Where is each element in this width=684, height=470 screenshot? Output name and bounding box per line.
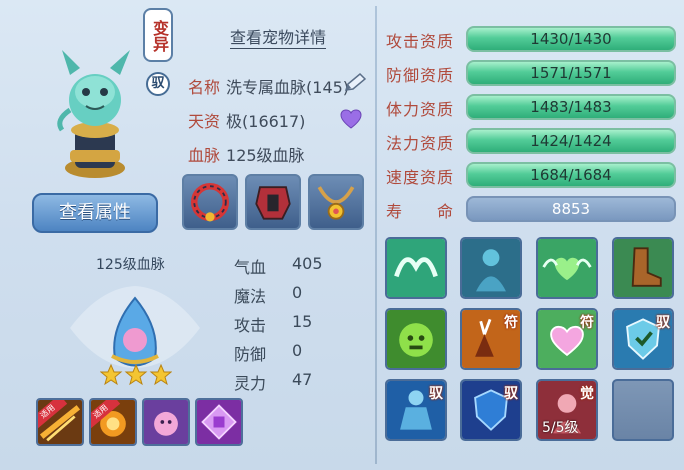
pet-model-image[interactable] bbox=[40, 30, 150, 180]
tame-tag: 驭 bbox=[504, 386, 518, 402]
skill-slot-empty[interactable] bbox=[612, 379, 674, 441]
view-pet-details-link[interactable]: 查看宠物详情 bbox=[230, 24, 326, 48]
stat-defense-label: 防御 bbox=[234, 345, 267, 364]
stat-spirit-label: 灵力 bbox=[234, 374, 267, 393]
stat-spirit-value: 47 bbox=[292, 370, 313, 389]
awakening-tag: 觉 bbox=[580, 386, 594, 402]
skill-spirit-body[interactable] bbox=[460, 237, 522, 299]
variant-badge: 变异 bbox=[143, 8, 173, 62]
defense-aptitude-label: 防御资质 bbox=[386, 66, 455, 85]
pet-bloodline-value: 125级血脉 bbox=[226, 146, 305, 165]
stat-attack-value: 15 bbox=[292, 312, 313, 331]
bloodline-skill-1[interactable]: 适用 bbox=[36, 398, 84, 446]
heart-icon[interactable] bbox=[340, 109, 362, 129]
equipment-slot-collar[interactable] bbox=[182, 174, 238, 230]
equipment-slot-necklace[interactable] bbox=[308, 174, 364, 230]
speed-aptitude-bar: 1684/1684 bbox=[466, 162, 676, 188]
name-label: 名称 bbox=[188, 78, 221, 97]
stat-mp-label: 魔法 bbox=[234, 287, 267, 306]
star-rating bbox=[99, 363, 173, 386]
stat-attack: 攻击 15 bbox=[234, 312, 312, 336]
skill-green-face[interactable] bbox=[385, 308, 447, 370]
stamina-aptitude-bar: 1483/1483 bbox=[466, 94, 676, 120]
stat-hp-value: 405 bbox=[292, 254, 323, 273]
stat-defense-value: 0 bbox=[292, 341, 303, 360]
stat-defense: 防御 0 bbox=[234, 341, 302, 365]
pet-talent-row: 天资 极(16617) bbox=[188, 108, 305, 132]
pet-name-row: 名称 洗专属血脉(145) bbox=[188, 74, 349, 98]
bloodline-skill-2[interactable]: 适用 bbox=[89, 398, 137, 446]
tame-tag: 驭 bbox=[429, 386, 443, 402]
skill-blue-shield[interactable]: 驭 bbox=[460, 379, 522, 441]
lifespan-bar: 8853 bbox=[466, 196, 676, 222]
skill-shield[interactable]: 驭 bbox=[612, 308, 674, 370]
defense-aptitude-bar: 1571/1571 bbox=[466, 60, 676, 86]
bloodline-label: 血脉 bbox=[188, 146, 221, 165]
skill-level-text: 5/5级 bbox=[542, 420, 579, 436]
skill-heart-wings[interactable] bbox=[536, 237, 598, 299]
lifespan-label: 寿 命 bbox=[386, 202, 455, 221]
stat-hp: 气血 405 bbox=[234, 254, 323, 278]
tame-tag: 驭 bbox=[656, 315, 670, 331]
talisman-tag: 符 bbox=[580, 315, 594, 331]
attack-aptitude-label: 攻击资质 bbox=[386, 32, 455, 51]
skill-wings[interactable] bbox=[385, 237, 447, 299]
magic-aptitude-bar: 1424/1424 bbox=[466, 128, 676, 154]
panel-divider bbox=[375, 6, 377, 464]
view-attributes-button[interactable]: 查看属性 bbox=[32, 193, 158, 233]
stamina-aptitude-label: 体力资质 bbox=[386, 100, 455, 119]
stat-mp: 魔法 0 bbox=[234, 283, 302, 307]
speed-aptitude-label: 速度资质 bbox=[386, 168, 455, 187]
magic-aptitude-label: 法力资质 bbox=[386, 134, 455, 153]
skill-muscle[interactable]: 驭 bbox=[385, 379, 447, 441]
tame-badge: 驭 bbox=[146, 72, 170, 96]
pet-name-value: 洗专属血脉(145) bbox=[226, 78, 350, 97]
talisman-tag: 符 bbox=[504, 315, 518, 331]
pet-bloodline-row: 血脉 125级血脉 bbox=[188, 142, 305, 166]
bloodline-skill-3[interactable] bbox=[142, 398, 190, 446]
skill-boots[interactable] bbox=[612, 237, 674, 299]
pet-talent-value: 极(16617) bbox=[226, 112, 306, 131]
skill-awakening[interactable]: 觉 5/5级 bbox=[536, 379, 598, 441]
equipment-slot-armor[interactable] bbox=[245, 174, 301, 230]
skill-deer-talisman[interactable]: 符 bbox=[460, 308, 522, 370]
stat-spirit: 灵力 47 bbox=[234, 370, 312, 394]
stat-mp-value: 0 bbox=[292, 283, 303, 302]
bloodline-skill-4[interactable] bbox=[195, 398, 243, 446]
attack-aptitude-bar: 1430/1430 bbox=[466, 26, 676, 52]
stat-hp-label: 气血 bbox=[234, 258, 267, 277]
skill-heart-talisman[interactable]: 符 bbox=[536, 308, 598, 370]
stat-attack-label: 攻击 bbox=[234, 316, 267, 335]
talent-label: 天资 bbox=[188, 112, 221, 131]
edit-name-icon[interactable] bbox=[342, 72, 368, 94]
